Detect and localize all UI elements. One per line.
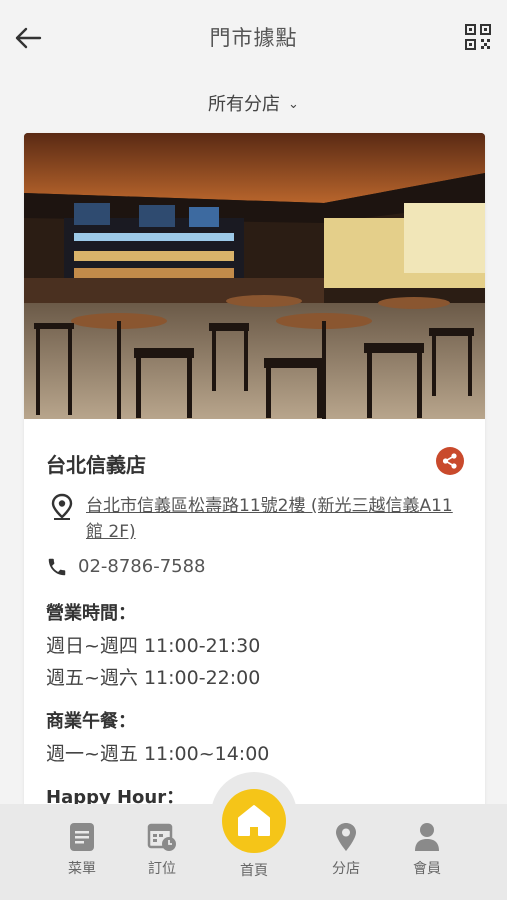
- tab-menu[interactable]: 菜單: [52, 822, 112, 878]
- store-card: 台北信義店 台北市信義區松壽路11號2樓 (新光三越信義A11館 2F) 02-…: [24, 133, 485, 833]
- menu-book-icon: [70, 823, 94, 851]
- lunch-label: 商業午餐：: [46, 711, 136, 732]
- tab-booking-label: 訂位: [148, 861, 176, 877]
- user-icon: [415, 823, 439, 851]
- phone-icon: [48, 558, 66, 576]
- share-icon: [442, 453, 457, 469]
- tab-member[interactable]: 會員: [397, 822, 457, 878]
- app-header: 門市據點: [0, 0, 507, 76]
- location-pin-icon: [51, 493, 73, 520]
- hours-line: 週五~週六 11:00-22:00: [46, 667, 261, 689]
- share-button[interactable]: [436, 447, 464, 475]
- tab-menu-label: 菜單: [68, 861, 96, 877]
- hours-label: 營業時間：: [46, 603, 136, 624]
- store-filter-label: 所有分店: [208, 94, 281, 115]
- location-pin-icon: [336, 823, 356, 851]
- home-icon: [238, 805, 270, 836]
- calendar-clock-icon: [147, 823, 176, 851]
- tab-home[interactable]: [222, 789, 286, 853]
- tab-member-label: 會員: [413, 861, 441, 877]
- tab-stores-label: 分店: [332, 861, 360, 877]
- chevron-down-icon: ⌄: [288, 97, 299, 112]
- page-title: 門市據點: [209, 26, 298, 50]
- tab-home-label: 首頁: [240, 863, 268, 879]
- tab-stores[interactable]: 分店: [316, 822, 376, 878]
- hours-line: 週日~週四 11:00-21:30: [46, 635, 261, 657]
- store-address-link[interactable]: 台北市信義區松壽路11號2樓 (新光三越信義A11館 2F): [86, 493, 461, 545]
- qr-code-icon[interactable]: [465, 24, 491, 50]
- store-filter-dropdown[interactable]: 所有分店 ⌄: [0, 90, 507, 116]
- tab-booking[interactable]: 訂位: [132, 822, 192, 878]
- store-photo: [24, 133, 485, 419]
- store-phone[interactable]: 02-8786-7588: [78, 556, 206, 577]
- lunch-line: 週一~週五 11:00~14:00: [46, 743, 270, 765]
- store-name: 台北信義店: [46, 453, 146, 477]
